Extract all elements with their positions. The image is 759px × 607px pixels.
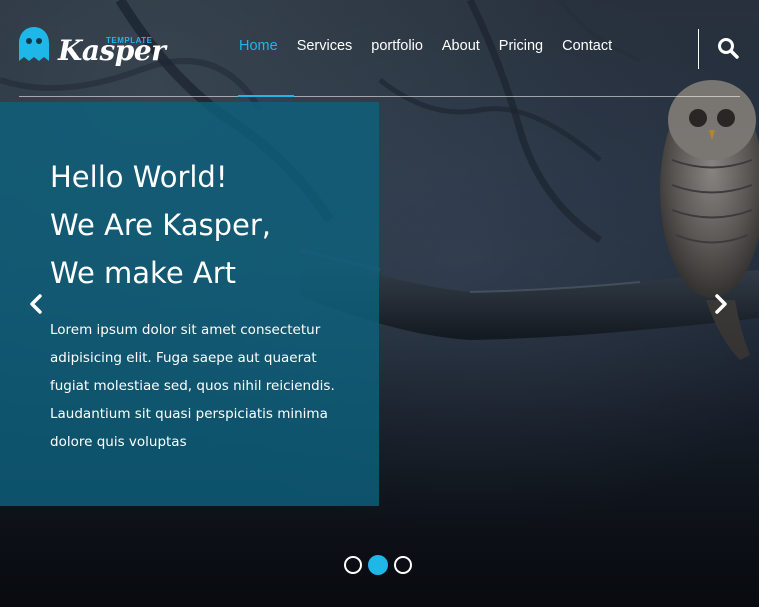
headline-line: We Are Kasper, <box>50 208 271 242</box>
site-header: Kasper TEMPLATE Home Services portfolio … <box>0 0 759 97</box>
nav-item-contact[interactable]: Contact <box>562 38 612 58</box>
hero-section: Kasper TEMPLATE Home Services portfolio … <box>0 0 759 607</box>
logo[interactable]: Kasper TEMPLATE <box>18 26 166 70</box>
slide-body: Lorem ipsum dolor sit amet consectetur a… <box>50 316 350 456</box>
search-icon[interactable] <box>716 36 740 60</box>
slide-headline: Hello World! We Are Kasper, We make Art <box>50 153 370 297</box>
headline-line: Hello World! <box>50 160 228 194</box>
header-divider <box>698 29 699 69</box>
logo-tag: TEMPLATE <box>106 36 153 45</box>
main-nav: Home Services portfolio About Pricing Co… <box>239 38 631 58</box>
nav-item-services[interactable]: Services <box>297 38 353 58</box>
ghost-icon <box>19 27 49 61</box>
nav-item-home[interactable]: Home <box>239 38 278 58</box>
slider-dot-active[interactable] <box>368 555 388 575</box>
slider-dot[interactable] <box>394 556 412 574</box>
nav-item-portfolio[interactable]: portfolio <box>371 38 423 58</box>
headline-line: We make Art <box>50 256 237 290</box>
body-line: Laudantium sit quasi perspiciatis minima <box>50 406 328 422</box>
slider-dots <box>344 555 412 578</box>
body-line: Lorem ipsum dolor sit amet consectetur <box>50 322 321 338</box>
nav-item-pricing[interactable]: Pricing <box>499 38 543 58</box>
chevron-left-icon[interactable] <box>26 290 46 318</box>
nav-item-about[interactable]: About <box>442 38 480 58</box>
header-line <box>19 96 740 97</box>
nav-active-indicator <box>238 95 294 97</box>
chevron-right-icon[interactable] <box>711 290 731 318</box>
slider-dot[interactable] <box>344 556 362 574</box>
body-line: adipisicing elit. Fuga saepe aut quaerat <box>50 350 317 366</box>
body-line: fugiat molestiae sed, quos nihil reicien… <box>50 378 335 394</box>
body-line: dolore quis voluptas <box>50 434 187 450</box>
